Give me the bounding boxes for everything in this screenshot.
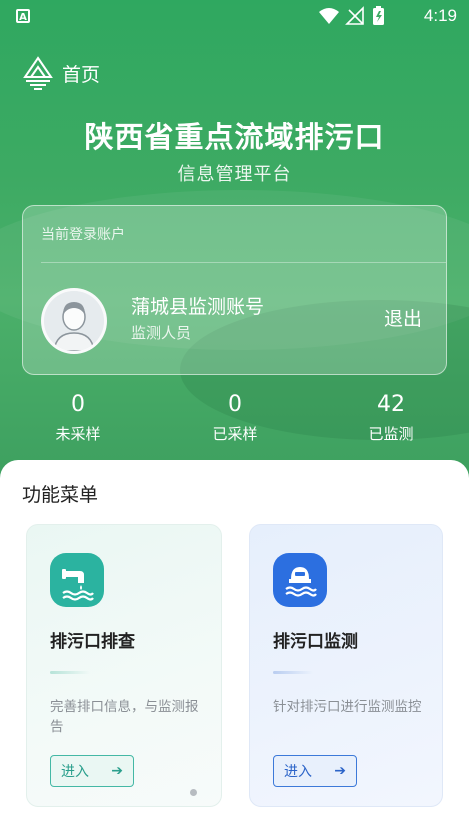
mountain-logo-icon <box>23 56 53 90</box>
enter-button[interactable]: 进入 ➔ <box>273 755 357 787</box>
outfall-monitoring-card[interactable]: 排污口监测 针对排污口进行监测监控 进入 ➔ <box>249 524 443 807</box>
function-menu-panel: 功能菜单 排污口排查 完善排口信息，与监测报告 进入 ➔ 排污口监测 针对排污口… <box>0 460 469 835</box>
arrow-right-icon: ➔ <box>334 763 346 779</box>
stat-label: 已监测 <box>368 425 414 443</box>
status-bar: A 4:19 <box>0 0 469 32</box>
page-header: 首页 <box>22 55 100 91</box>
app-title: 陕西省重点流域排污口 <box>84 120 385 154</box>
page-indicator-dot <box>190 789 197 796</box>
enter-label: 进入 <box>61 764 89 780</box>
account-card: 当前登录账户 蒲城县监测账号 监测人员 退出 <box>22 205 447 375</box>
enter-label: 进入 <box>284 764 312 780</box>
stat-value: 0 <box>228 392 242 417</box>
card-description: 完善排口信息，与监测报告 <box>50 699 199 735</box>
signal-icon <box>345 6 364 25</box>
battery-icon <box>373 6 384 25</box>
app-subtitle: 信息管理平台 <box>177 164 292 185</box>
account-name: 蒲城县监测账号 <box>131 296 265 318</box>
menu-title: 功能菜单 <box>22 484 99 506</box>
stat-label: 未采样 <box>55 425 101 443</box>
page-title: 首页 <box>62 63 101 86</box>
status-icons <box>319 6 384 25</box>
account-role: 监测人员 <box>131 324 192 342</box>
card-description: 针对排污口进行监测监控 <box>273 699 422 715</box>
outfall-survey-card[interactable]: 排污口排查 完善排口信息，与监测报告 进入 ➔ <box>26 524 222 807</box>
stat-sampled[interactable]: 0 已采样 <box>175 392 295 444</box>
stat-value: 42 <box>377 392 405 417</box>
user-avatar-icon <box>44 291 104 351</box>
monitoring-station-icon <box>273 553 327 607</box>
outfall-pipe-icon <box>50 553 104 607</box>
enter-button[interactable]: 进入 ➔ <box>50 755 134 787</box>
stat-unsampled[interactable]: 0 未采样 <box>18 392 138 444</box>
wifi-icon <box>319 8 339 24</box>
stat-label: 已采样 <box>212 425 258 443</box>
divider <box>41 262 446 263</box>
avatar <box>41 288 107 354</box>
stat-value: 0 <box>71 392 85 417</box>
stat-monitored[interactable]: 42 已监测 <box>331 392 451 444</box>
notification-a-icon: A <box>16 9 30 23</box>
status-time: 4:19 <box>423 6 457 25</box>
card-accent-line <box>50 671 90 674</box>
account-label: 当前登录账户 <box>41 227 125 243</box>
card-title: 排污口监测 <box>273 632 358 652</box>
card-accent-line <box>273 671 313 674</box>
arrow-right-icon: ➔ <box>111 763 123 779</box>
logout-button[interactable]: 退出 <box>384 304 422 331</box>
card-title: 排污口排查 <box>50 632 135 652</box>
